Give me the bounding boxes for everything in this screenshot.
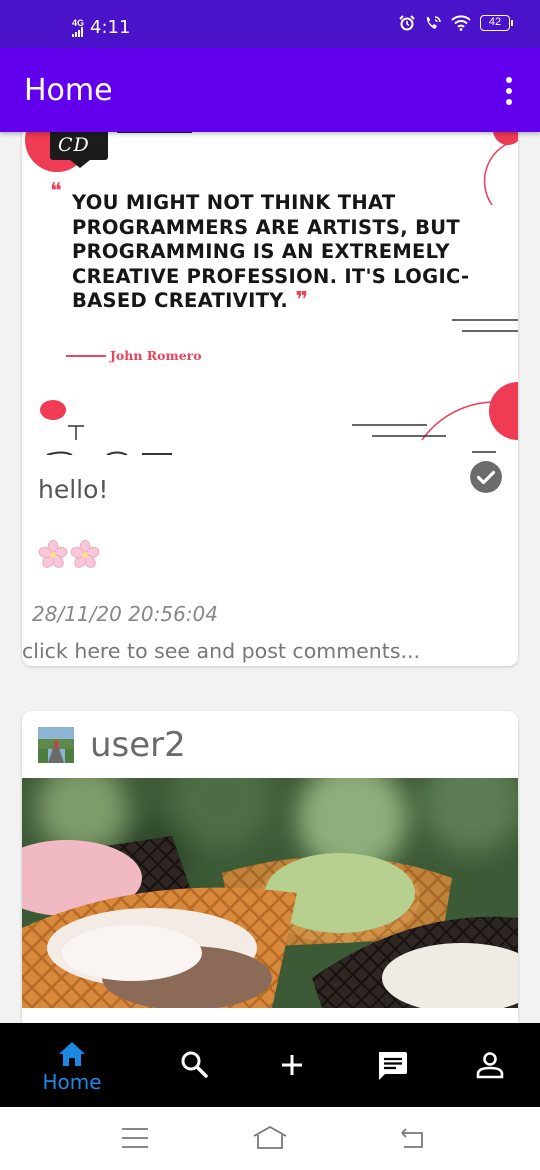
battery-icon: 42 [480,15,513,31]
nav-profile[interactable] [468,1023,512,1107]
post-card: CD ❝ YOU MIGHT NOT THINK THAT PROGRAMMER… [22,100,518,666]
page-title: Home [24,73,113,108]
nav-add[interactable] [270,1023,314,1107]
post-image[interactable]: CD ❝ YOU MIGHT NOT THINK THAT PROGRAMMER… [22,100,518,455]
post-username[interactable]: user2 [90,725,186,765]
nav-search[interactable] [172,1023,216,1107]
check-circle-icon[interactable] [470,461,502,493]
flower-emoji [38,540,100,570]
nav-chat[interactable] [370,1023,414,1107]
app-bar: Home [0,48,540,132]
network-type: 4G [72,17,85,28]
post-user-header[interactable]: user2 [22,711,518,778]
avatar[interactable] [38,726,74,763]
nav-home[interactable]: Home [32,1023,112,1107]
quote-text: YOU MIGHT NOT THINK THAT PROGRAMMERS ARE… [72,191,502,314]
cherry-blossom-icon [70,540,100,568]
person-icon [476,1052,504,1079]
status-bar: 4G 4:11 42 [0,0,540,48]
close-quote-mark: ❞ [295,288,309,313]
home-icon [59,1042,85,1066]
status-left: 4G 4:11 [72,17,130,38]
recents-icon[interactable] [121,1127,149,1149]
post-image[interactable] [22,778,518,1008]
wifi-icon [451,15,471,31]
comments-link[interactable]: click here to see and post comments... [22,639,420,663]
chat-icon [379,1052,407,1080]
alarm-icon [399,15,415,31]
clock: 4:11 [90,17,131,38]
system-navigation-bar [0,1107,540,1170]
signal-icon: 4G [72,17,85,37]
more-vert-icon[interactable] [504,77,514,105]
system-home-icon[interactable] [252,1125,288,1151]
bottom-navigation: Home [0,1023,540,1107]
wifi-call-icon [426,16,441,29]
open-quote-mark: ❝ [50,178,62,203]
quote-author: John Romero [66,348,202,363]
post-card: user2 [22,711,518,1031]
quote-badge: CD [58,134,90,156]
post-timestamp: 28/11/20 20:56:04 [32,602,219,626]
battery-level: 42 [488,16,502,28]
cherry-blossom-icon [38,540,68,568]
add-icon [282,1055,302,1075]
nav-home-label: Home [42,1070,102,1094]
status-right: 42 [399,15,513,31]
quote-body: YOU MIGHT NOT THINK THAT PROGRAMMERS ARE… [72,191,470,312]
search-icon [181,1051,208,1078]
post-caption: hello! [38,475,109,504]
back-icon[interactable] [398,1127,426,1149]
quote-author-name: John Romero [110,348,202,363]
